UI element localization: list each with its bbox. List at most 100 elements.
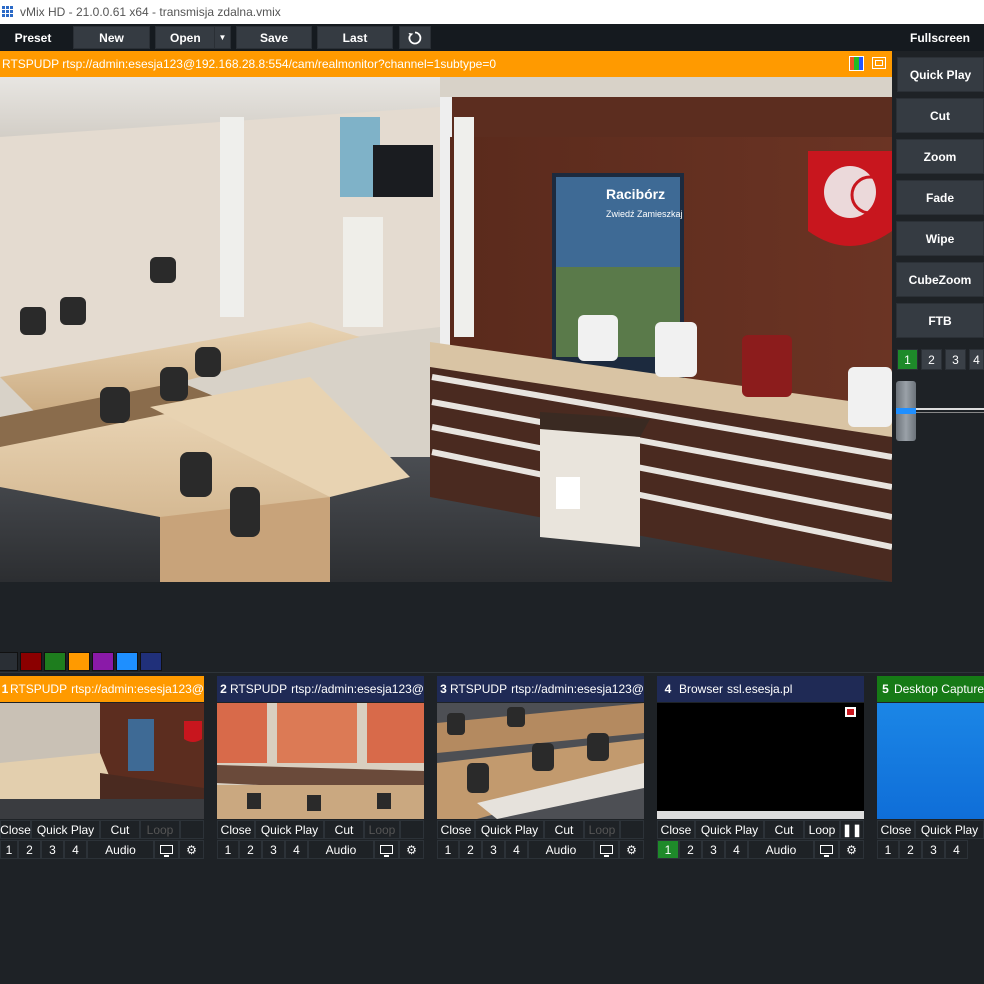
output-button[interactable] — [594, 840, 619, 859]
input-4[interactable]: 4 Browser ssl.esesja.pl Close Quick Play… — [657, 676, 867, 860]
input-header[interactable]: 2 RTSPUDP rtsp://admin:esesja123@ — [217, 676, 424, 702]
cut-button[interactable]: Cut — [544, 820, 584, 839]
quick-play-button[interactable]: Quick Play — [897, 57, 984, 92]
cut-button[interactable]: Cut — [100, 820, 140, 839]
color-tag-navy[interactable] — [140, 652, 162, 671]
cut-button[interactable]: Cut — [896, 98, 984, 133]
overlay-2-button[interactable]: 2 — [18, 840, 41, 859]
overlay-1-button[interactable]: 1 — [217, 840, 239, 859]
input-3[interactable]: 3 RTSPUDP rtsp://admin:esesja123@ Close … — [437, 676, 647, 860]
audio-button[interactable]: Audio — [308, 840, 374, 859]
audio-button[interactable]: Audio — [87, 840, 154, 859]
loop-button[interactable]: Loop — [804, 820, 840, 839]
input-thumbnail[interactable] — [437, 703, 644, 819]
last-button[interactable]: Last — [317, 26, 393, 49]
loop-button[interactable]: Loop — [140, 820, 180, 839]
input-header[interactable]: 4 Browser ssl.esesja.pl — [657, 676, 864, 702]
overlay-3-button[interactable]: 3 — [702, 840, 725, 859]
new-button[interactable]: New — [73, 26, 150, 49]
overlay-3-button[interactable]: 3 — [922, 840, 945, 859]
quick-play-button[interactable]: Quick Play — [255, 820, 324, 839]
quick-play-button[interactable]: Quick Play — [695, 820, 764, 839]
wipe-button[interactable]: Wipe — [896, 221, 984, 256]
gear-icon: ⚙ — [626, 842, 637, 857]
output-button[interactable] — [814, 840, 839, 859]
settings-button[interactable]: ⚙ — [399, 840, 424, 859]
close-button[interactable]: Close — [0, 820, 31, 839]
input-header[interactable]: 3 RTSPUDP rtsp://admin:esesja123@ — [437, 676, 644, 702]
color-tag-blue[interactable] — [116, 652, 138, 671]
cut-button[interactable]: Cut — [324, 820, 364, 839]
overlay-3-button[interactable]: 3 — [41, 840, 64, 859]
overlay-1-button[interactable]: 1 — [657, 840, 679, 859]
close-button[interactable]: Close — [657, 820, 695, 839]
cut-button[interactable]: Cut — [764, 820, 804, 839]
input-thumbnail[interactable] — [0, 703, 204, 819]
color-tag-none[interactable] — [0, 652, 18, 671]
preview-video[interactable]: Racibórz Zwiedź Zamieszkaj — [0, 77, 892, 582]
settings-button[interactable]: ⚙ — [619, 840, 644, 859]
input-2[interactable]: 2 RTSPUDP rtsp://admin:esesja123@ Close … — [217, 676, 427, 860]
input-thumbnail[interactable] — [877, 703, 984, 819]
close-button[interactable]: Close — [877, 820, 915, 839]
transition-number-2[interactable]: 2 — [921, 349, 942, 370]
transition-number-1[interactable]: 1 — [897, 349, 918, 370]
input-header[interactable]: 1 RTSPUDP rtsp://admin:esesja123@ — [0, 676, 204, 702]
overlay-2-button[interactable]: 2 — [459, 840, 482, 859]
ftb-button[interactable]: FTB — [896, 303, 984, 338]
audio-button[interactable]: Audio — [748, 840, 814, 859]
color-tag-red[interactable] — [20, 652, 42, 671]
settings-button[interactable]: ⚙ — [179, 840, 204, 859]
input-thumbnail[interactable] — [657, 703, 864, 819]
input-thumbnail[interactable] — [217, 703, 424, 819]
input-5[interactable]: 5 Desktop Capture Close Quick Play 1 2 3… — [877, 676, 984, 860]
overlay-4-button[interactable]: 4 — [285, 840, 308, 859]
overlay-4-button[interactable]: 4 — [725, 840, 748, 859]
overlay-3-button[interactable]: 3 — [262, 840, 285, 859]
zoom-button[interactable]: Zoom — [896, 139, 984, 174]
transition-number-3[interactable]: 3 — [945, 349, 966, 370]
overlay-2-button[interactable]: 2 — [239, 840, 262, 859]
overlay-1-button[interactable]: 1 — [877, 840, 899, 859]
input-1[interactable]: 1 RTSPUDP rtsp://admin:esesja123@ Close … — [0, 676, 210, 860]
output-button[interactable] — [374, 840, 399, 859]
transition-number-4[interactable]: 4 — [969, 349, 984, 370]
pause-icon[interactable]: ❚❚ — [840, 820, 864, 839]
overlay-2-button[interactable]: 2 — [679, 840, 702, 859]
save-button[interactable]: Save — [236, 26, 312, 49]
close-button[interactable]: Close — [217, 820, 255, 839]
overlay-3-button[interactable]: 3 — [482, 840, 505, 859]
overlay-4-button[interactable]: 4 — [505, 840, 528, 859]
fade-button[interactable]: Fade — [896, 180, 984, 215]
color-tag-orange[interactable] — [68, 652, 90, 671]
overlay-4-button[interactable]: 4 — [945, 840, 968, 859]
cubezoom-button[interactable]: CubeZoom — [896, 262, 984, 297]
loop-button[interactable]: Loop — [364, 820, 400, 839]
color-bars-icon[interactable] — [849, 56, 864, 71]
t-bar-slider[interactable] — [896, 381, 916, 441]
color-tag-purple[interactable] — [92, 652, 114, 671]
input-header[interactable]: 5 Desktop Capture — [877, 676, 984, 702]
settings-button[interactable]: ⚙ — [839, 840, 864, 859]
input-detail: ssl.esesja.pl — [727, 682, 793, 696]
output-button[interactable] — [154, 840, 179, 859]
quick-play-button[interactable]: Quick Play — [31, 820, 100, 839]
audio-button[interactable]: Audio — [528, 840, 594, 859]
color-tag-green[interactable] — [44, 652, 66, 671]
overlay-1-button[interactable]: 1 — [437, 840, 459, 859]
quick-play-button[interactable]: Quick Play — [915, 820, 984, 839]
chevron-down-icon[interactable]: ▼ — [214, 27, 230, 48]
quick-play-button[interactable]: Quick Play — [475, 820, 544, 839]
refresh-button[interactable] — [399, 26, 431, 49]
close-button[interactable]: Close — [437, 820, 475, 839]
overlay-4-button[interactable]: 4 — [64, 840, 87, 859]
preset-button[interactable]: Preset — [0, 26, 66, 49]
open-button[interactable]: Open ▼ — [155, 26, 231, 49]
chamber-thumbnail-image — [0, 703, 204, 819]
input-overlay-row: 1 2 3 4 Audio ⚙ — [217, 840, 424, 859]
overlay-2-button[interactable]: 2 — [899, 840, 922, 859]
fullscreen-button[interactable]: Fullscreen — [896, 26, 984, 49]
external-output-icon[interactable] — [872, 57, 886, 69]
loop-button[interactable]: Loop — [584, 820, 620, 839]
overlay-1-button[interactable]: 1 — [0, 840, 18, 859]
